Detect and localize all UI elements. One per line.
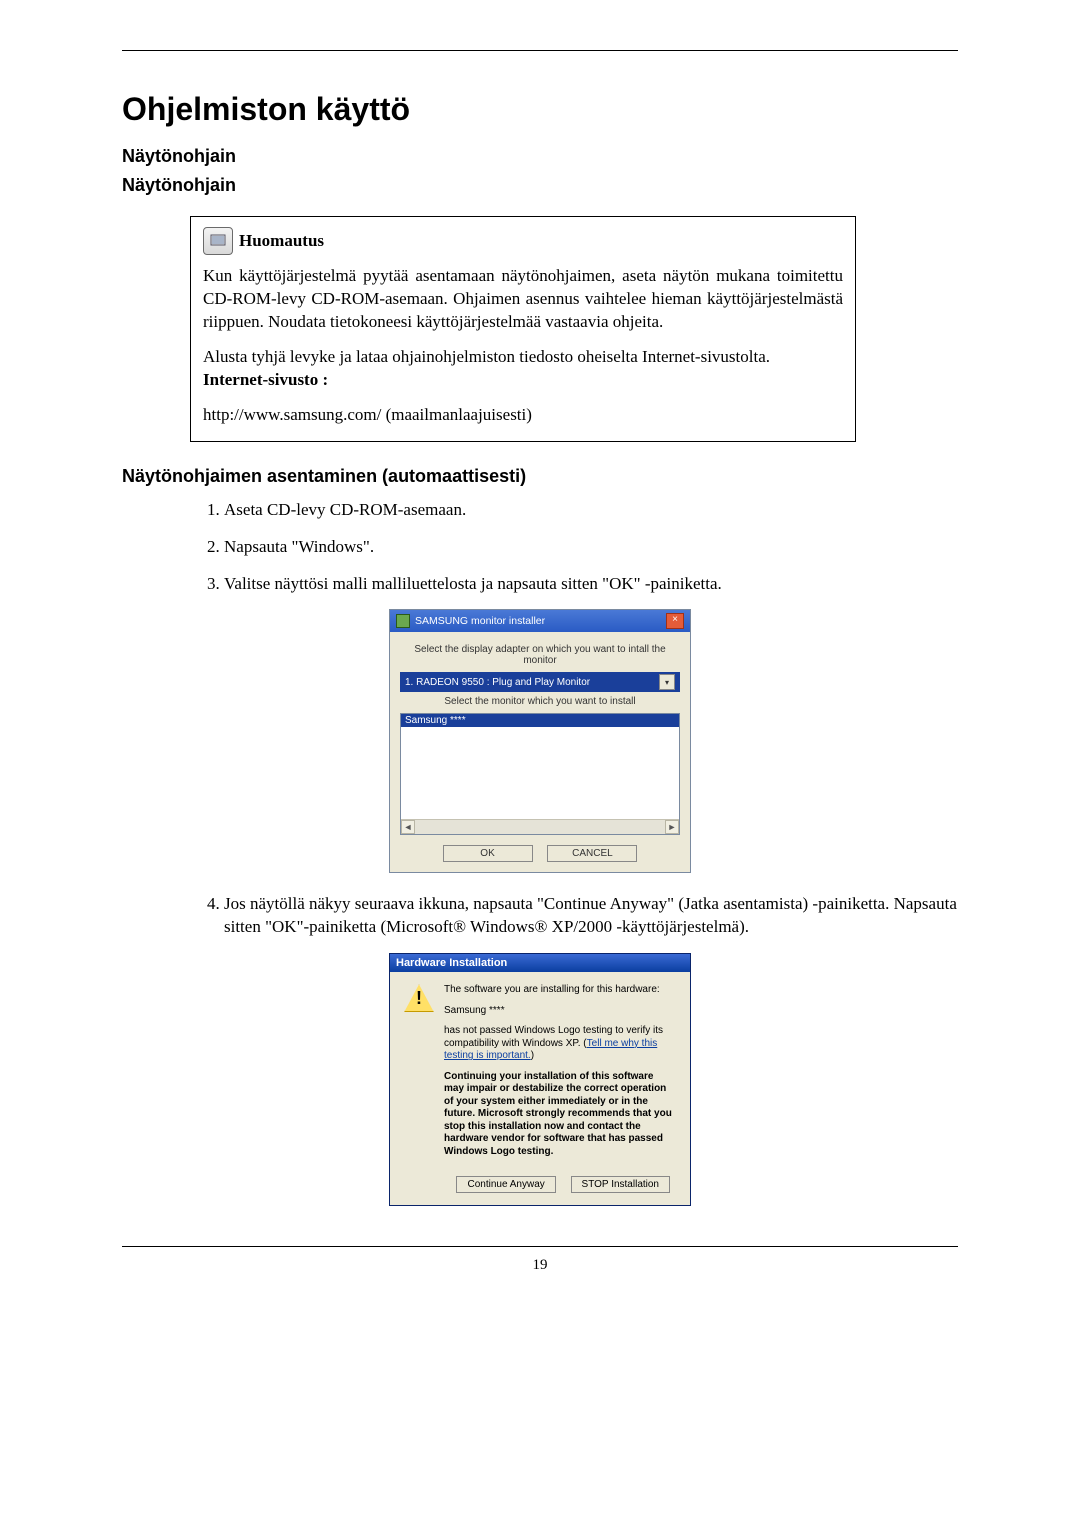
hwi-device: Samsung **** xyxy=(444,1005,676,1018)
note-box: Huomautus Kun käyttöjärjestelmä pyytää a… xyxy=(190,216,856,442)
subtitle-2: Näytönohjain xyxy=(122,175,958,196)
chevron-down-icon[interactable]: ▾ xyxy=(659,674,675,690)
horizontal-scrollbar[interactable]: ◄ ► xyxy=(401,819,679,834)
note-url: http://www.samsung.com/ (maailmanlaajuis… xyxy=(203,404,843,427)
step-3: Valitse näyttösi malli malliluettelosta … xyxy=(224,573,958,596)
internet-label: Internet-sivusto : xyxy=(203,370,328,389)
installer-title-text: SAMSUNG monitor installer xyxy=(415,615,545,627)
subtitle-1: Näytönohjain xyxy=(122,146,958,167)
hwi-warning-bold: Continuing your installation of this sof… xyxy=(444,1071,676,1159)
note-paragraph-2: Alusta tyhjä levyke ja lataa ohjainohjel… xyxy=(203,346,843,392)
continue-anyway-button[interactable]: Continue Anyway xyxy=(456,1176,555,1193)
close-icon[interactable]: × xyxy=(666,613,684,629)
top-rule xyxy=(122,50,958,51)
hwi-titlebar: Hardware Installation xyxy=(390,954,690,972)
step-1: Aseta CD-levy CD-ROM-asemaan. xyxy=(224,499,958,522)
note-label: Huomautus xyxy=(239,231,324,251)
stop-installation-button[interactable]: STOP Installation xyxy=(571,1176,670,1193)
installer-label-1: Select the display adapter on which you … xyxy=(400,644,680,666)
installer-titlebar: SAMSUNG monitor installer × xyxy=(390,610,690,632)
hardware-installation-dialog: Hardware Installation ! The software you… xyxy=(389,953,691,1206)
hwi-line-1: The software you are installing for this… xyxy=(444,984,676,997)
adapter-select[interactable]: 1. RADEON 9550 : Plug and Play Monitor ▾ xyxy=(400,672,680,692)
scroll-right-icon[interactable]: ► xyxy=(665,820,679,834)
page-title: Ohjelmiston käyttö xyxy=(122,91,958,128)
note-icon xyxy=(203,227,233,255)
step-4-text: Jos näytöllä näkyy seuraava ikkuna, naps… xyxy=(224,894,957,936)
steps-list-continued: Jos näytöllä näkyy seuraava ikkuna, naps… xyxy=(190,893,958,939)
hwi-line-2b: ) xyxy=(531,1050,534,1061)
monitor-listbox[interactable]: Samsung **** ◄ ► xyxy=(400,713,680,835)
note-p2-text: Alusta tyhjä levyke ja lataa ohjainohjel… xyxy=(203,347,770,366)
monitor-selected-item[interactable]: Samsung **** xyxy=(401,714,679,727)
hwi-line-2: has not passed Windows Logo testing to v… xyxy=(444,1025,676,1063)
adapter-selected-text: 1. RADEON 9550 : Plug and Play Monitor xyxy=(405,677,590,688)
scroll-left-icon[interactable]: ◄ xyxy=(401,820,415,834)
steps-list: Aseta CD-levy CD-ROM-asemaan. Napsauta "… xyxy=(190,499,958,596)
warning-icon: ! xyxy=(404,984,434,1012)
ok-button[interactable]: OK xyxy=(443,845,533,862)
installer-label-2: Select the monitor which you want to ins… xyxy=(400,696,680,707)
step-4: Jos näytöllä näkyy seuraava ikkuna, naps… xyxy=(224,893,958,939)
note-paragraph-1: Kun käyttöjärjestelmä pyytää asentamaan … xyxy=(203,265,843,334)
page-number: 19 xyxy=(122,1257,958,1274)
bottom-rule xyxy=(122,1246,958,1247)
section-title: Näytönohjaimen asentaminen (automaattise… xyxy=(122,466,958,487)
cancel-button[interactable]: CANCEL xyxy=(547,845,637,862)
step-2: Napsauta "Windows". xyxy=(224,536,958,559)
installer-app-icon xyxy=(396,614,410,628)
installer-dialog: SAMSUNG monitor installer × Select the d… xyxy=(389,609,691,873)
